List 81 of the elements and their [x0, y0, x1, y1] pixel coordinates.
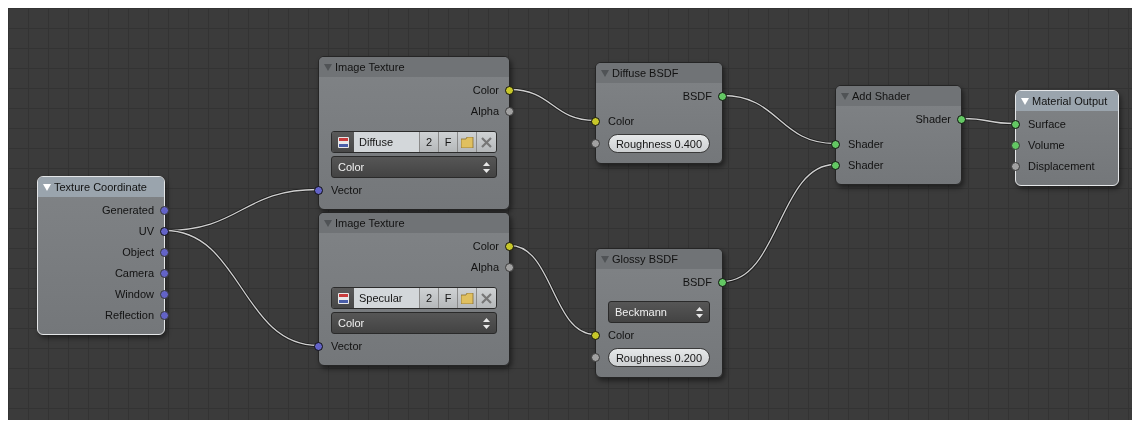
node-title: Image Texture — [335, 215, 405, 231]
dropdown-menu[interactable]: Color — [331, 312, 497, 334]
fake-user-button[interactable]: F — [439, 288, 458, 308]
dropdown-menu[interactable]: Color — [331, 156, 497, 178]
socket-label: Camera — [114, 266, 154, 281]
image-icon — [337, 292, 349, 304]
node-title: Add Shader — [852, 88, 911, 104]
socket-dot[interactable] — [591, 117, 600, 126]
socket-dot[interactable] — [160, 227, 169, 236]
socket-dot[interactable] — [505, 263, 514, 272]
socket-dot[interactable] — [160, 206, 169, 215]
socket-dot[interactable] — [831, 140, 840, 149]
socket-label: Alpha — [470, 104, 499, 119]
up-down-arrows-icon — [483, 317, 490, 329]
close-icon — [481, 292, 492, 304]
folder-icon — [460, 136, 474, 148]
socket-dot[interactable] — [591, 353, 600, 362]
image-name-field[interactable]: Specular — [354, 288, 420, 308]
socket-label: Displacement — [1028, 159, 1095, 174]
socket-label: BSDF — [682, 89, 712, 104]
socket-label: Surface — [1028, 117, 1066, 132]
users-count-button[interactable]: 2 — [420, 132, 439, 152]
socket-label: Reflection — [105, 308, 154, 323]
socket-dot[interactable] — [314, 186, 323, 195]
socket-label: Vector — [331, 339, 363, 354]
socket-dot[interactable] — [160, 248, 169, 257]
node-title: Image Texture — [335, 59, 405, 75]
fake-user-button[interactable]: F — [439, 132, 458, 152]
socket-label: Color — [608, 328, 635, 343]
socket-label: Color — [472, 239, 499, 254]
collapse-triangle-icon[interactable] — [1021, 97, 1029, 105]
open-file-button[interactable] — [458, 288, 477, 308]
up-down-arrows-icon — [483, 161, 490, 173]
value-slider[interactable]: Roughness 0.200 — [608, 348, 710, 367]
socket-dot[interactable] — [591, 139, 600, 148]
socket-label: Alpha — [470, 260, 499, 275]
socket-dot[interactable] — [160, 311, 169, 320]
socket-dot[interactable] — [160, 290, 169, 299]
close-icon — [481, 136, 492, 148]
socket-dot[interactable] — [1011, 141, 1020, 150]
socket-label: Shader — [848, 158, 884, 173]
image-browse-button[interactable] — [332, 132, 354, 152]
socket-label: UV — [138, 224, 154, 239]
socket-dot[interactable] — [505, 86, 514, 95]
unlink-button[interactable] — [477, 132, 496, 152]
socket-dot[interactable] — [1011, 162, 1020, 171]
socket-dot[interactable] — [718, 92, 727, 101]
socket-dot[interactable] — [831, 161, 840, 170]
socket-label: Volume — [1028, 138, 1065, 153]
collapse-triangle-icon[interactable] — [43, 183, 51, 191]
socket-dot[interactable] — [1011, 120, 1020, 129]
image-browse-button[interactable] — [332, 288, 354, 308]
unlink-button[interactable] — [477, 288, 496, 308]
value-slider[interactable]: Roughness 0.400 — [608, 134, 710, 153]
socket-label: Shader — [848, 137, 884, 152]
socket-label: Object — [122, 245, 154, 260]
node-title: Texture Coordinate — [54, 179, 147, 195]
socket-dot[interactable] — [160, 269, 169, 278]
socket-label: BSDF — [682, 275, 712, 290]
node-title: Diffuse BSDF — [612, 65, 679, 81]
socket-dot[interactable] — [314, 342, 323, 351]
socket-label: Generated — [102, 203, 154, 218]
socket-label: Window — [114, 287, 154, 302]
socket-dot[interactable] — [591, 331, 600, 340]
node-title: Glossy BSDF — [612, 251, 678, 267]
folder-icon — [460, 292, 474, 304]
socket-dot[interactable] — [718, 278, 727, 287]
up-down-arrows-icon — [696, 306, 703, 318]
image-icon — [337, 136, 349, 148]
socket-label: Color — [472, 83, 499, 98]
users-count-button[interactable]: 2 — [420, 288, 439, 308]
dropdown-menu[interactable]: Beckmann — [608, 301, 710, 323]
socket-label: Shader — [915, 112, 951, 127]
socket-label: Vector — [331, 183, 363, 198]
socket-dot[interactable] — [957, 115, 966, 124]
socket-dot[interactable] — [505, 242, 514, 251]
image-name-field[interactable]: Diffuse — [354, 132, 420, 152]
socket-dot[interactable] — [505, 107, 514, 116]
open-file-button[interactable] — [458, 132, 477, 152]
socket-label: Color — [608, 114, 635, 129]
node-title: Material Output — [1032, 93, 1108, 109]
